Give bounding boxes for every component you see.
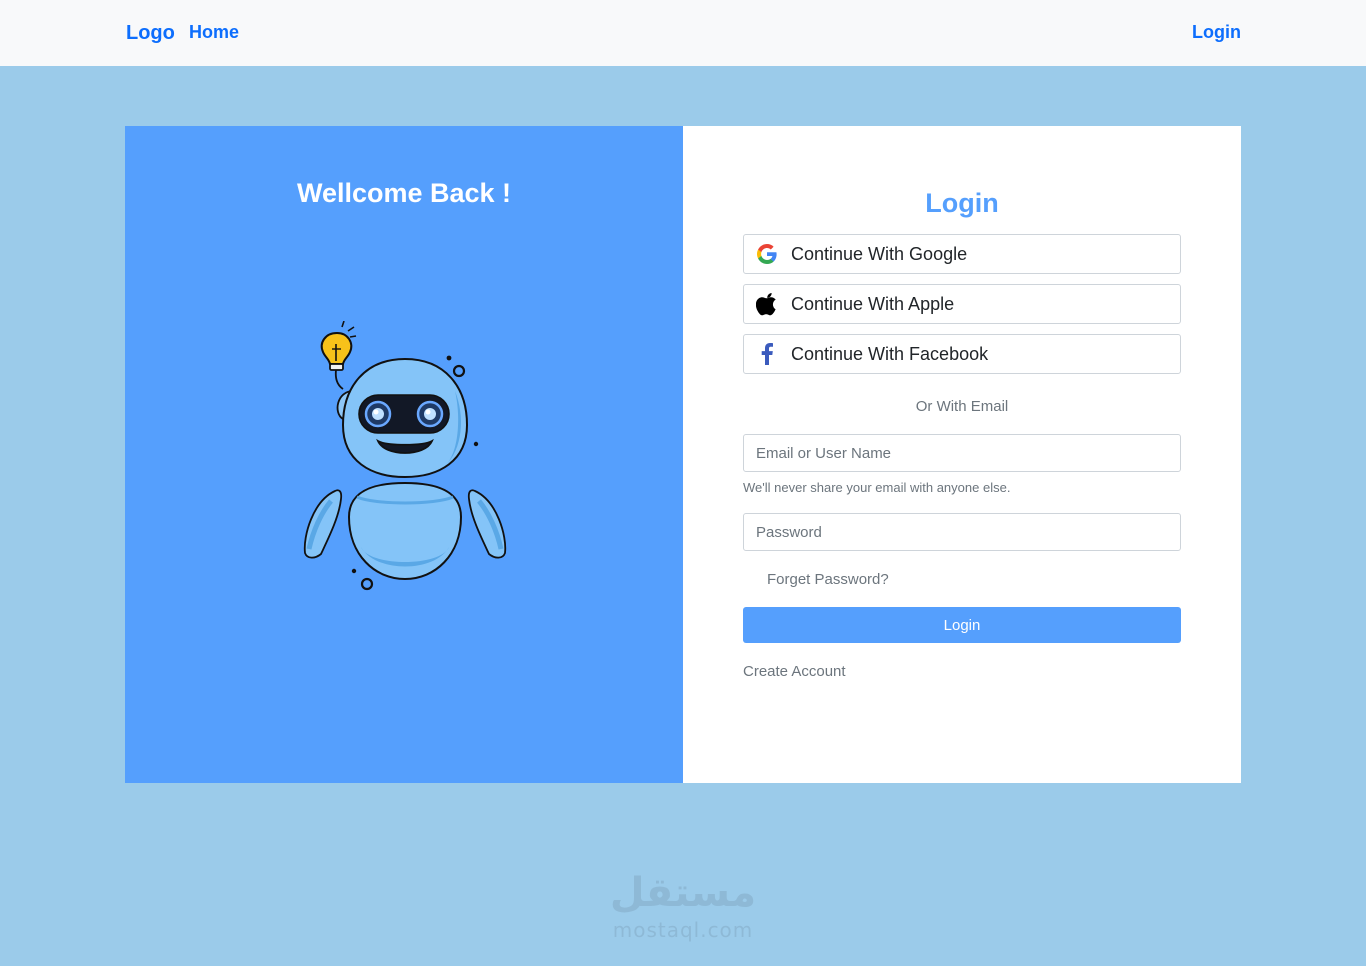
password-input[interactable]	[743, 513, 1181, 551]
watermark-arabic: مستقل	[609, 870, 757, 916]
nav-login-link[interactable]: Login	[1192, 22, 1241, 43]
facebook-login-label: Continue With Facebook	[791, 343, 989, 364]
google-login-label: Continue With Google	[791, 243, 968, 264]
apple-login-button[interactable]: Continue With Apple	[743, 284, 1181, 324]
mostaql-watermark: مستقل mostaql.com	[598, 870, 768, 944]
email-input[interactable]	[743, 434, 1181, 472]
nav-home-link[interactable]: Home	[189, 22, 239, 43]
lightbulb-icon	[320, 321, 357, 390]
navbar: Logo Home Login	[0, 0, 1366, 66]
facebook-login-button[interactable]: Continue With Facebook	[743, 334, 1181, 374]
watermark-latin: mostaql.com	[612, 918, 754, 942]
facebook-icon	[744, 335, 790, 373]
login-title: Login	[925, 188, 999, 218]
google-icon	[744, 235, 790, 273]
login-button[interactable]: Login	[743, 607, 1181, 643]
forget-password-link[interactable]: Forget Password?	[767, 571, 889, 588]
welcome-panel: Wellcome Back !	[125, 126, 683, 783]
welcome-title: Wellcome Back !	[296, 178, 512, 208]
google-login-button[interactable]: Continue With Google	[743, 234, 1181, 274]
nav-logo[interactable]: Logo	[126, 22, 175, 45]
apple-icon	[744, 285, 790, 323]
login-panel: Login Continue With Google Continue With	[683, 126, 1241, 783]
create-account-link[interactable]: Create Account	[743, 663, 846, 680]
apple-login-label: Continue With Apple	[791, 293, 955, 314]
or-with-email-divider: Or With Email	[915, 398, 1009, 415]
login-card: Wellcome Back ! Login Continue With Goog…	[125, 126, 1241, 783]
email-help-text: We'll never share your email with anyone…	[743, 480, 1011, 495]
robot-illustration	[303, 321, 507, 591]
